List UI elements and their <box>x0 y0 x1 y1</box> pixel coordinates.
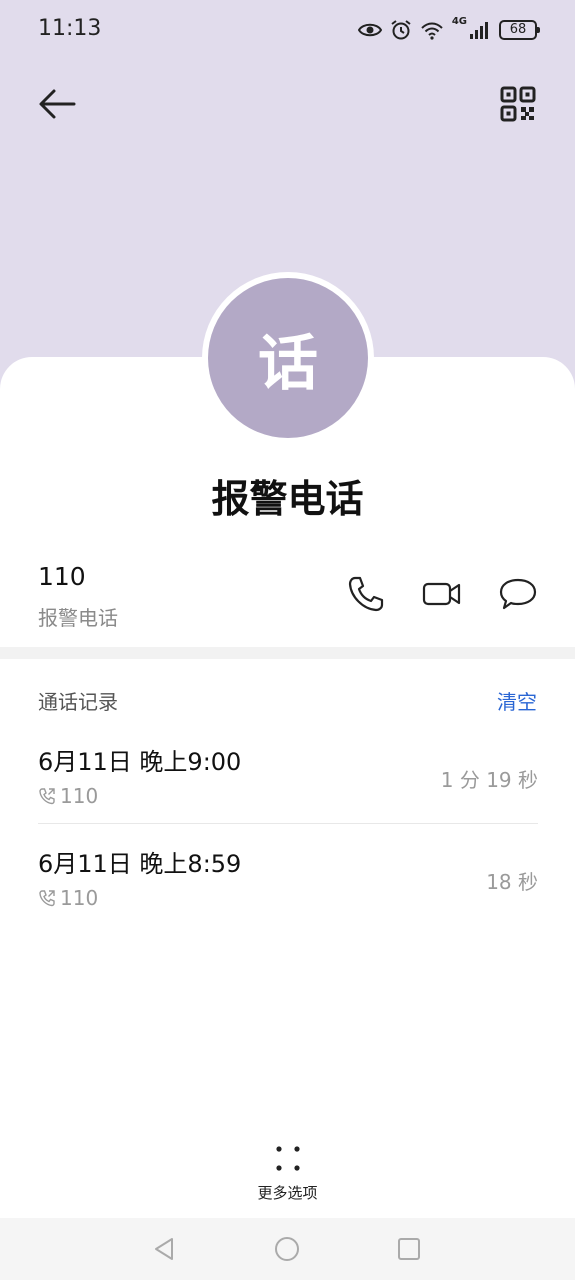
call-log-date: 6月11日 晚上9:00 <box>38 748 242 776</box>
qr-code-icon[interactable] <box>500 86 536 122</box>
call-log-title: 通话记录 <box>38 690 118 714</box>
call-log-number-row: 110 <box>38 784 98 808</box>
call-log-duration: 1 分 19 秒 <box>440 768 538 792</box>
wifi-icon <box>421 22 443 40</box>
network-type: 4G <box>451 16 467 27</box>
contact-name: 报警电话 <box>211 477 364 521</box>
call-log-duration: 18 秒 <box>486 870 538 894</box>
section-divider <box>0 647 575 659</box>
phone-number: 110 <box>38 562 86 591</box>
message-icon[interactable] <box>498 574 538 614</box>
more-options-label: 更多选项 <box>257 1184 318 1202</box>
system-navigation-bar <box>0 1218 575 1280</box>
status-time: 11:13 <box>38 16 102 41</box>
signal-icon <box>470 22 488 39</box>
alarm-icon <box>391 20 411 40</box>
avatar-character: 话 <box>258 328 318 399</box>
status-icons: 4G 68 <box>357 16 540 44</box>
avatar[interactable]: 话 <box>208 278 368 438</box>
call-log-number-row: 110 <box>38 886 98 910</box>
nav-home-icon[interactable] <box>273 1235 301 1263</box>
eye-icon <box>357 23 382 37</box>
call-outgoing-icon <box>39 890 55 907</box>
phone-number-label: 报警电话 <box>38 606 118 630</box>
phone-icon[interactable] <box>346 574 386 614</box>
call-log-separator <box>38 823 538 824</box>
more-options-button[interactable]: 更多选项 <box>0 1144 575 1203</box>
back-arrow-icon[interactable] <box>36 84 78 124</box>
number-row[interactable]: 110 报警电话 <box>38 560 538 634</box>
call-log-item[interactable]: 6月11日 晚上8:59 110 18 秒 <box>38 844 538 944</box>
status-bar: 11:13 4G 68 <box>0 0 575 60</box>
call-log-number: 110 <box>60 784 99 808</box>
call-log-date: 6月11日 晚上8:59 <box>38 850 242 878</box>
video-call-icon[interactable] <box>422 574 462 614</box>
more-dots-icon <box>275 1146 300 1171</box>
call-log-number: 110 <box>60 886 99 910</box>
call-log-item[interactable]: 6月11日 晚上9:00 110 1 分 19 秒 <box>38 742 538 842</box>
battery-indicator: 68 <box>499 20 540 40</box>
nav-back-icon[interactable] <box>150 1235 178 1263</box>
call-outgoing-icon <box>39 788 55 805</box>
clear-call-log-button[interactable]: 清空 <box>497 686 537 715</box>
nav-recents-icon[interactable] <box>395 1235 423 1263</box>
